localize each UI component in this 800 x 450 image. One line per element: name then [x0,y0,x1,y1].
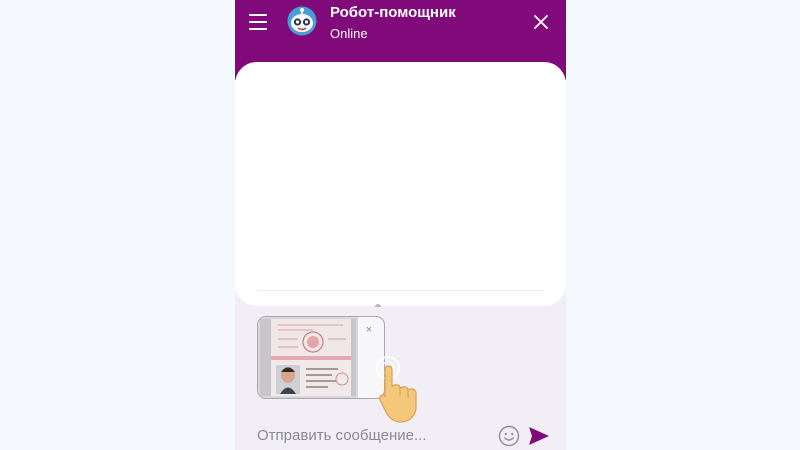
message-composer [235,412,566,450]
menu-bar-bottom [249,28,267,30]
online-status: Online [330,26,368,41]
scroll-indicator [375,304,381,307]
message-list[interactable] [235,62,566,307]
message-divider [257,290,544,291]
smiley-icon[interactable] [498,425,520,447]
menu-bar-middle [249,21,267,23]
close-icon[interactable] [532,13,550,31]
menu-button[interactable] [249,14,267,30]
chat-widget: Робот-помощник Online × Отправить сообще… [235,0,566,450]
remove-attachment-button[interactable]: × [363,324,375,336]
chat-title: Робот-помощник [330,4,456,21]
menu-bar-top [249,14,267,16]
passport-photo-thumbnail [258,317,358,398]
send-arrow-icon[interactable] [528,426,550,446]
message-input[interactable] [257,426,487,444]
robot-avatar-icon [287,6,317,36]
attachment-preview[interactable]: × [257,316,385,399]
